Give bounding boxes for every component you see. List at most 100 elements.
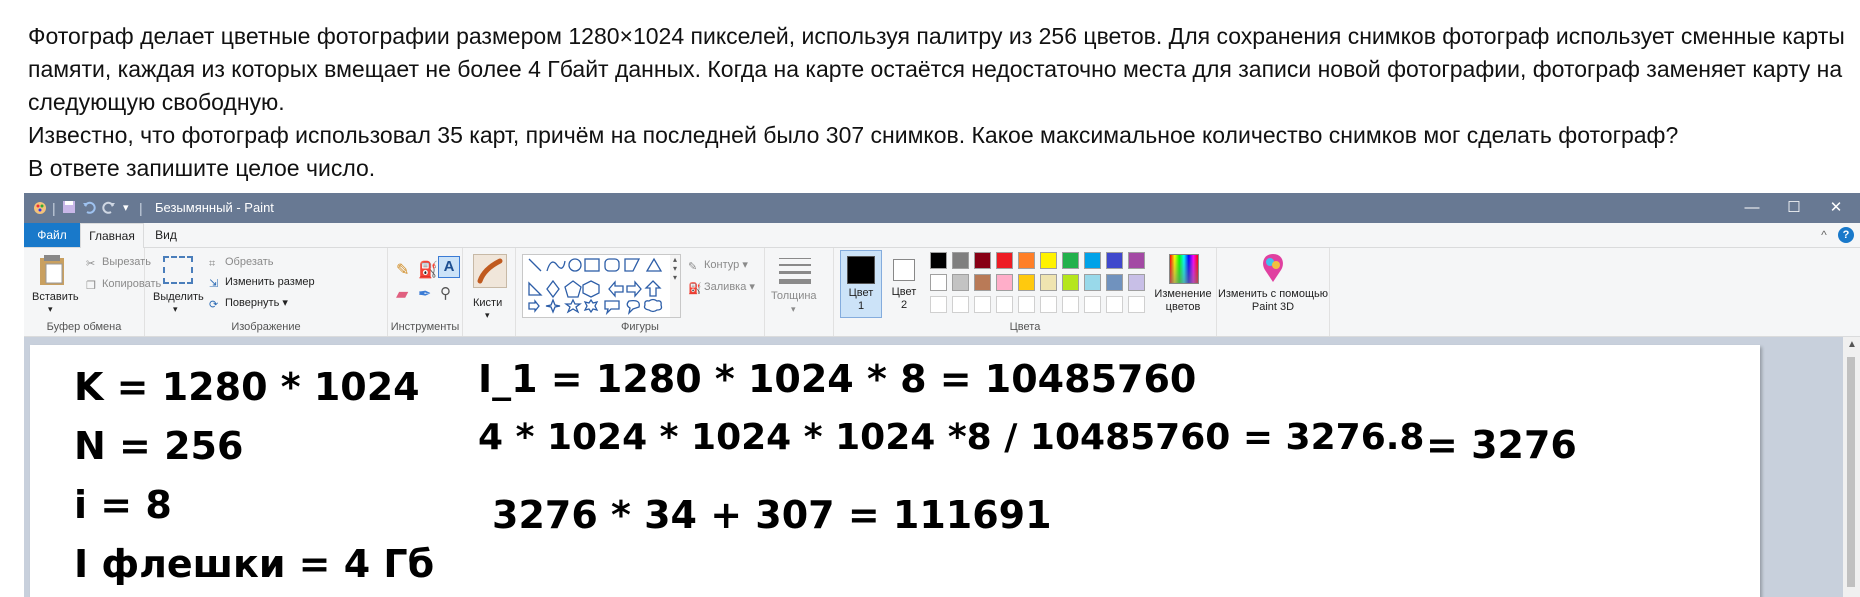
scroll-thumb[interactable]: [1847, 357, 1855, 587]
close-button[interactable]: ✕: [1816, 196, 1856, 220]
palette-color-swatch[interactable]: [1062, 274, 1079, 291]
paint3d-label: Изменить с помощью Paint 3D: [1217, 288, 1329, 313]
pencil-icon[interactable]: ✎: [396, 260, 409, 280]
select-label: Выделить: [153, 291, 204, 303]
palette-custom-swatch[interactable]: [1084, 296, 1101, 313]
size-button[interactable]: Толщина ▾: [771, 252, 827, 322]
edit-colors-button[interactable]: Изменение цветов: [1150, 250, 1216, 316]
palette-color-swatch[interactable]: [1084, 274, 1101, 291]
crop-button[interactable]: ⌗ Обрезать: [209, 256, 274, 271]
size-line-thick: [779, 271, 811, 274]
palette-color-swatch[interactable]: [1040, 274, 1057, 291]
fill-bucket-icon[interactable]: ⛽: [418, 260, 438, 280]
brushes-label[interactable]: Кисти: [473, 297, 502, 309]
color2-button[interactable]: Цвет 2: [884, 250, 924, 316]
note-n: N = 256: [74, 424, 244, 468]
paint-app-icon[interactable]: [32, 200, 48, 219]
palette-color-swatch[interactable]: [1018, 274, 1035, 291]
cut-button[interactable]: ✂ Вырезать: [86, 256, 151, 270]
palette-color-swatch[interactable]: [1106, 252, 1123, 269]
help-icon[interactable]: ?: [1838, 227, 1854, 243]
colors-group-label: Цвета: [1009, 321, 1041, 333]
select-button[interactable]: Выделить ▾: [149, 252, 204, 318]
vertical-scrollbar[interactable]: ▲: [1843, 337, 1860, 597]
palette-custom-swatch[interactable]: [996, 296, 1013, 313]
palette-color-swatch[interactable]: [952, 252, 969, 269]
brush-icon[interactable]: [473, 254, 507, 288]
palette-custom-swatch[interactable]: [930, 296, 947, 313]
size-line-thin: [779, 258, 811, 259]
rotate-button[interactable]: ⟳ Повернуть ▾: [209, 296, 288, 311]
brushes-dropdown-icon[interactable]: ▾: [485, 310, 490, 321]
color-spectrum-icon: [1169, 254, 1199, 284]
redo-icon[interactable]: [102, 200, 116, 217]
palette-color-swatch[interactable]: [1084, 252, 1101, 269]
palette-color-swatch[interactable]: [1128, 252, 1145, 269]
palette-custom-swatch[interactable]: [1062, 296, 1079, 313]
paint3d-button[interactable]: Изменить с помощью Paint 3D: [1217, 250, 1329, 320]
quick-access-dropdown-icon[interactable]: ▾: [123, 200, 129, 216]
note-k: K = 1280 * 1024: [74, 365, 420, 409]
tab-home[interactable]: Главная: [80, 223, 144, 249]
paste-dropdown-icon[interactable]: ▾: [48, 304, 53, 315]
eraser-icon[interactable]: ▰: [396, 284, 408, 304]
palette-color-swatch[interactable]: [974, 252, 991, 269]
size-dropdown-icon[interactable]: ▾: [791, 304, 796, 315]
task-text: Фотограф делает цветные фотографии разме…: [28, 20, 1848, 185]
text-tool-icon[interactable]: A: [438, 256, 460, 278]
palette-custom-swatch[interactable]: [952, 296, 969, 313]
palette-color-swatch[interactable]: [1062, 252, 1079, 269]
window-title: Безымянный - Paint: [155, 200, 274, 215]
menu-bar: Файл Главная Вид ^ ?: [24, 223, 1860, 249]
palette-color-swatch[interactable]: [1018, 252, 1035, 269]
copy-icon: ❐: [86, 280, 96, 292]
tab-view[interactable]: Вид: [144, 223, 188, 247]
select-dropdown-icon[interactable]: ▾: [173, 304, 178, 315]
palette-custom-swatch[interactable]: [1040, 296, 1057, 313]
palette-color-swatch[interactable]: [1106, 274, 1123, 291]
outline-button[interactable]: ✎ Контур ▾: [688, 258, 748, 273]
shapes-scroll[interactable]: ▴ ▾ ▾: [670, 254, 681, 318]
tab-file[interactable]: Файл: [24, 223, 80, 247]
fill-icon: ⛽: [688, 283, 702, 295]
calc-answer: 3276 * 34 + 307 = 111691: [492, 493, 1052, 537]
palette-custom-swatch[interactable]: [1128, 296, 1145, 313]
palette-color-swatch[interactable]: [1040, 252, 1057, 269]
paint3d-icon: [1263, 254, 1283, 282]
fill-button[interactable]: ⛽ Заливка ▾: [688, 280, 755, 295]
palette-color-swatch[interactable]: [996, 274, 1013, 291]
calc-photos-per-card: 4 * 1024 * 1024 * 1024 *8 / 10485760 = 3…: [478, 417, 1425, 458]
collapse-ribbon-icon[interactable]: ^: [1816, 223, 1832, 247]
palette-color-swatch[interactable]: [930, 274, 947, 291]
paste-button[interactable]: Вставить ▾: [30, 252, 79, 318]
undo-icon[interactable]: [82, 200, 96, 217]
scroll-up-icon[interactable]: ▲: [1847, 339, 1857, 350]
paste-label: Вставить: [32, 291, 79, 303]
select-rectangle-icon: [163, 256, 193, 284]
palette-custom-swatch[interactable]: [1106, 296, 1123, 313]
palette-color-swatch[interactable]: [952, 274, 969, 291]
group-brushes: Кисти ▾: [463, 248, 516, 336]
size-line-heavy: [779, 279, 811, 284]
color1-button[interactable]: Цвет 1: [840, 250, 882, 318]
palette-color-swatch[interactable]: [996, 252, 1013, 269]
resize-button[interactable]: ⇲ Изменить размер: [209, 276, 315, 290]
paint-window: | ▾ | Безымянный - Paint — ☐ ✕ Файл Глав…: [24, 193, 1860, 597]
palette-color-swatch[interactable]: [930, 252, 947, 269]
shapes-group-label: Фигуры: [621, 321, 659, 333]
drawing-canvas[interactable]: K = 1280 * 1024 N = 256 i = 8 I флешки =…: [30, 345, 1760, 597]
palette-color-swatch[interactable]: [1128, 274, 1145, 291]
group-colors: Цвет 1 Цвет 2 Изменение цветов Цвета: [834, 248, 1217, 336]
maximize-button[interactable]: ☐: [1774, 196, 1814, 220]
palette-custom-swatch[interactable]: [974, 296, 991, 313]
save-icon[interactable]: [62, 200, 76, 217]
minimize-button[interactable]: —: [1732, 196, 1772, 220]
color-picker-icon[interactable]: ✒: [418, 284, 431, 304]
magnifier-icon[interactable]: ⚲: [440, 284, 451, 302]
note-volume: I флешки = 4 Гб: [74, 542, 435, 586]
tools-group-label: Инструменты: [390, 321, 460, 333]
palette-color-swatch[interactable]: [974, 274, 991, 291]
palette-custom-swatch[interactable]: [1018, 296, 1035, 313]
shapes-gallery[interactable]: [522, 254, 672, 318]
outline-icon: ✎: [688, 261, 698, 273]
